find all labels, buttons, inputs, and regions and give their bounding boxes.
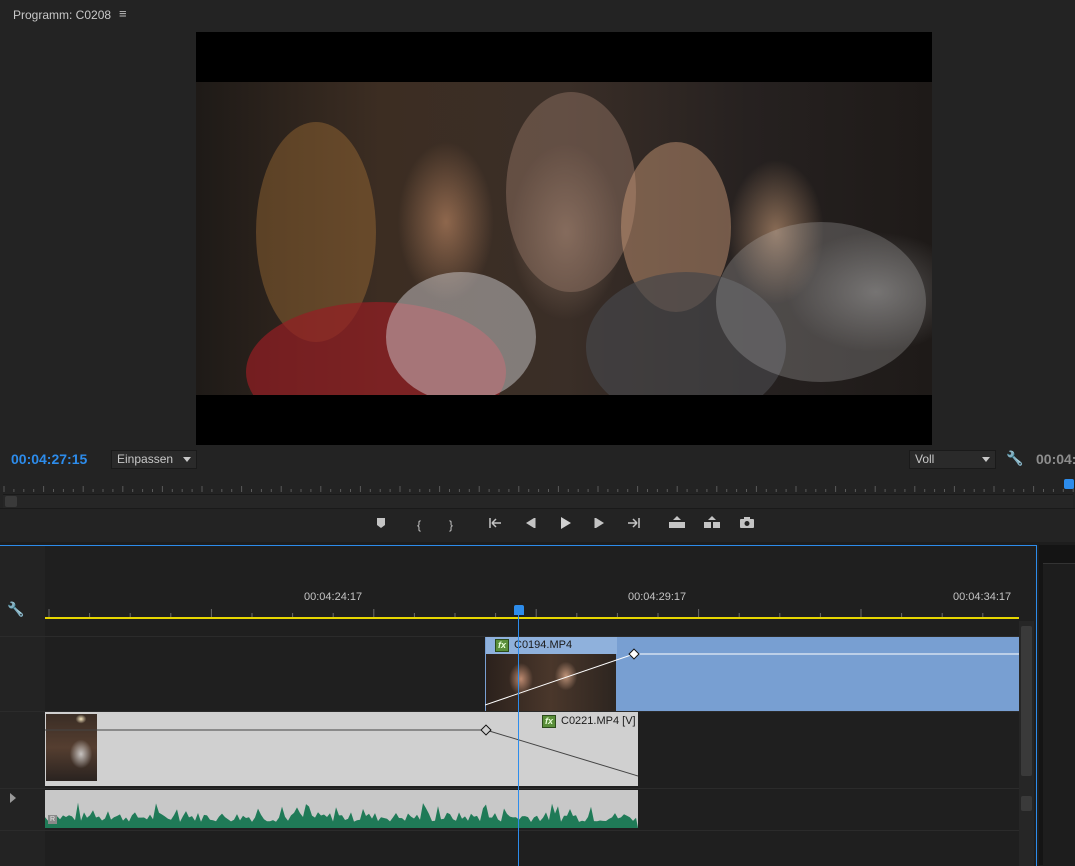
zoom-dropdown-label: Einpassen — [117, 452, 174, 466]
step-back-icon[interactable] — [519, 516, 541, 534]
wrench-icon[interactable]: 🔧 — [7, 601, 24, 618]
go-to-out-icon[interactable] — [623, 516, 645, 534]
current-timecode[interactable]: 00:04:27:15 — [11, 451, 87, 467]
video-clip-c0221[interactable]: fx C0221.MP4 [V] — [45, 712, 638, 786]
video-frame-image — [196, 82, 932, 395]
playback-resolution-dropdown[interactable]: Voll — [909, 450, 996, 469]
audio-channel-badge: R — [48, 815, 57, 824]
track-divider — [0, 788, 1019, 789]
audio-clip[interactable]: R — [45, 790, 638, 828]
extract-icon[interactable] — [701, 516, 723, 534]
timeline-playhead[interactable] — [514, 605, 524, 615]
step-forward-icon[interactable] — [589, 516, 611, 534]
track-divider — [0, 830, 1019, 831]
monitor-time-ruler[interactable] — [0, 478, 1075, 492]
audio-waveform — [45, 802, 638, 828]
video-tracks-scrollbar[interactable] — [1019, 621, 1034, 791]
resolution-dropdown-label: Voll — [915, 452, 935, 466]
video-preview — [196, 32, 932, 445]
monitor-zoom-scrollbar[interactable] — [3, 494, 1073, 509]
scrollbar-handle[interactable] — [5, 496, 17, 507]
play-icon[interactable] — [554, 516, 576, 534]
playhead-line — [518, 615, 519, 866]
adjacent-panel — [1039, 545, 1075, 866]
hamburger-icon[interactable]: ≡ — [119, 6, 127, 21]
go-to-in-icon[interactable] — [484, 516, 506, 534]
program-monitor: Programm: C0208 ≡ 00:04:27:15 Einpassen … — [0, 0, 1075, 542]
expand-track-icon[interactable] — [10, 793, 16, 803]
chevron-down-icon — [183, 457, 191, 462]
keyframe-diamond — [480, 724, 492, 736]
monitor-title[interactable]: Programm: C0208 — [13, 8, 111, 22]
chevron-down-icon — [982, 457, 990, 462]
mark-out-icon[interactable]: } — [440, 516, 462, 534]
opacity-keyframe-line[interactable] — [45, 712, 638, 786]
timeline-panel: 🔧 00:04:24:17 00:04:29:17 00:04:34:17 fx… — [0, 545, 1037, 866]
white-cloth-shape — [386, 272, 536, 395]
track-headers — [0, 546, 45, 866]
audio-tracks-scrollbar[interactable] — [1019, 791, 1034, 866]
scrollbar-handle[interactable] — [1021, 796, 1032, 811]
zoom-dropdown[interactable]: Einpassen — [111, 450, 197, 469]
duration-timecode: 00:04: — [1036, 451, 1075, 467]
adjacent-panel-content — [1043, 563, 1075, 866]
work-area-bar[interactable] — [45, 617, 1019, 619]
keyframe-diamond — [628, 648, 640, 660]
lift-icon[interactable] — [666, 516, 688, 534]
wrench-icon[interactable]: 🔧 — [1006, 450, 1023, 467]
video-clip-c0194[interactable]: fx C0194.MP4 — [485, 637, 1019, 711]
transport-controls: { } — [0, 508, 1075, 541]
smoke-shape — [716, 222, 926, 382]
opacity-keyframe-line[interactable] — [485, 637, 1019, 711]
monitor-playhead[interactable] — [1064, 479, 1074, 489]
export-frame-icon[interactable] — [736, 516, 758, 534]
add-marker-icon[interactable] — [370, 516, 392, 534]
mark-in-icon[interactable]: { — [408, 516, 430, 534]
face-shape — [506, 92, 636, 292]
scrollbar-handle[interactable] — [1021, 626, 1032, 776]
